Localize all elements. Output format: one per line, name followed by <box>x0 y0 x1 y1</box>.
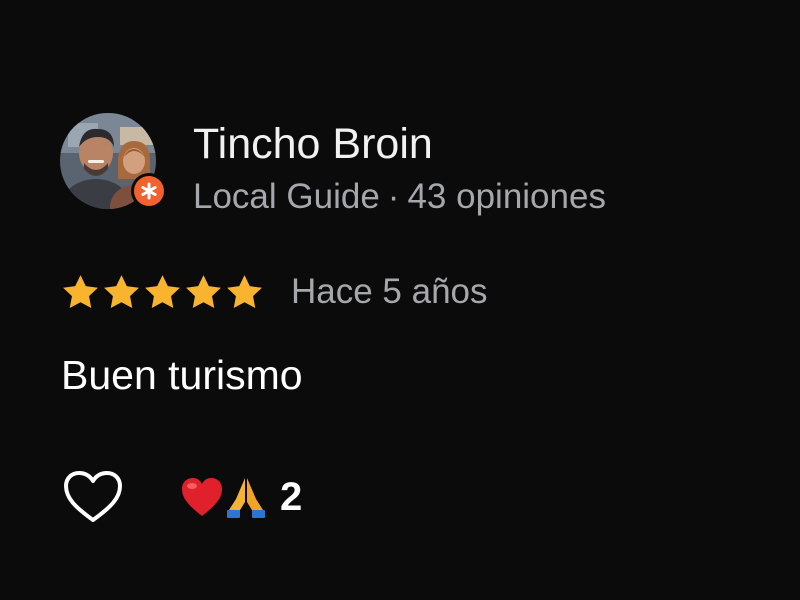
rating-row: Hace 5 años <box>60 268 488 316</box>
red-heart-emoji-icon <box>182 478 222 516</box>
meta-separator: · <box>387 177 400 216</box>
star-icon <box>186 274 221 308</box>
star-icon <box>104 274 139 308</box>
author-meta: Local Guide · 43 opiniones <box>193 175 606 219</box>
review-card: Tincho Broin Local Guide · 43 opiniones Ha… <box>0 0 800 600</box>
local-guide-badge <box>131 173 167 209</box>
like-button[interactable] <box>60 466 126 528</box>
review-text: Buen turismo <box>61 352 303 398</box>
heart-outline-icon <box>64 471 122 522</box>
local-guide-star-icon <box>134 176 164 206</box>
review-date: Hace 5 años <box>291 272 488 311</box>
local-guide-label: Local Guide <box>193 177 380 216</box>
author-avatar-group[interactable] <box>60 113 170 213</box>
reaction-count: 2 <box>280 474 303 519</box>
folded-hands-emoji-icon <box>227 478 265 518</box>
star-icon <box>227 274 262 308</box>
author-name[interactable]: Tincho Broin <box>193 118 433 170</box>
review-actions: 2 <box>60 466 302 528</box>
star-rating <box>60 272 265 313</box>
star-icon <box>63 274 98 308</box>
reactions-summary[interactable]: 2 <box>180 475 302 520</box>
star-icon <box>145 274 180 308</box>
reviews-count[interactable]: 43 opiniones <box>407 177 606 216</box>
